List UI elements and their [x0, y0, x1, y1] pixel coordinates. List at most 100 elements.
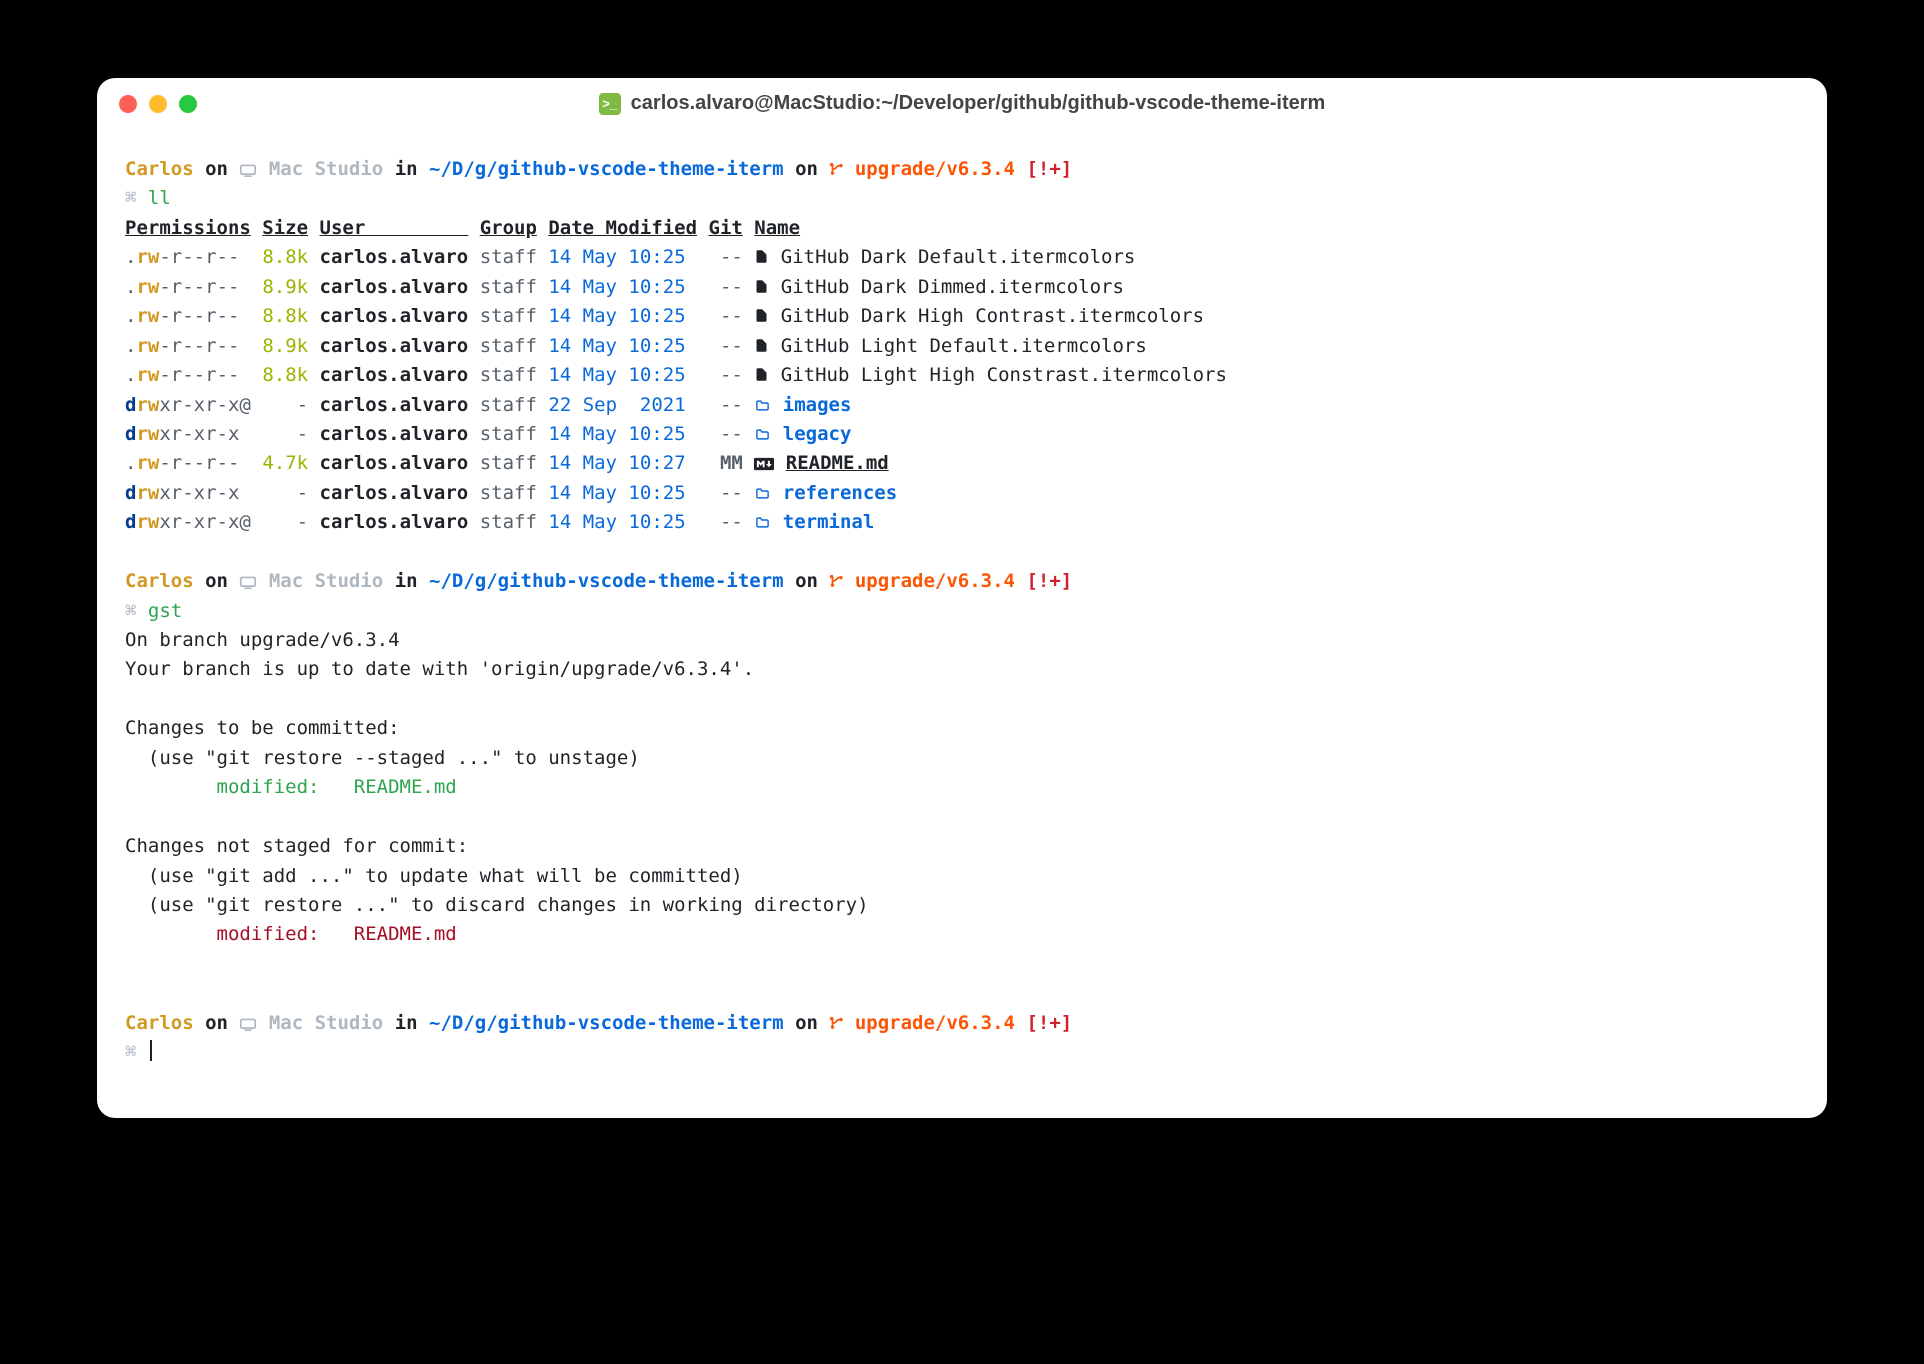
git-hint: (use "git restore --staged ..." to unsta… [125, 744, 1799, 773]
perm-owner-rw: rw [136, 276, 159, 298]
prompt-branch: upgrade/v6.3.4 [855, 570, 1015, 592]
command-line[interactable]: ⌘ [125, 1038, 1799, 1067]
file-date: 14 May 10:25 [548, 305, 697, 327]
command-text: gst [148, 600, 182, 622]
host-icon [239, 1009, 257, 1038]
file-group: staff [480, 423, 537, 445]
file-date: 22 Sep 2021 [548, 394, 697, 416]
perm-owner-rw: rw [136, 305, 159, 327]
host-icon [239, 567, 257, 596]
file-name[interactable]: README.md [786, 452, 889, 474]
perm-rest: -r--r-- [159, 276, 239, 298]
perm-owner-rw: rw [136, 511, 159, 533]
file-date: 14 May 10:25 [548, 364, 697, 386]
git-hint: (use "git restore ..." to discard change… [125, 891, 1799, 920]
git-branch-icon [829, 1009, 843, 1038]
git-hint: (use "git add ..." to update what will b… [125, 862, 1799, 891]
git-status-col: -- [720, 482, 743, 504]
file-icon [754, 273, 769, 302]
file-name[interactable]: GitHub Dark Dimmed.itermcolors [781, 276, 1124, 298]
window-title-text: carlos.alvaro@MacStudio:~/Developer/gith… [631, 92, 1326, 115]
ls-header-user: User [320, 217, 469, 239]
git-to-commit-header: Changes to be committed: [125, 714, 1799, 743]
perm-owner-rw: rw [136, 452, 159, 474]
command-symbol-icon: ⌘ [125, 1041, 136, 1063]
terminal-window: >_ carlos.alvaro@MacStudio:~/Developer/g… [97, 78, 1827, 1118]
file-user: carlos.alvaro [320, 246, 469, 268]
file-size: 8.9k [262, 335, 308, 357]
prompt-branch: upgrade/v6.3.4 [855, 158, 1015, 180]
command-symbol-icon: ⌘ [125, 187, 136, 209]
perm-type: . [125, 452, 136, 474]
perm-type: d [125, 482, 136, 504]
file-date: 14 May 10:25 [548, 482, 697, 504]
file-size: 8.8k [262, 246, 308, 268]
file-group: staff [480, 482, 537, 504]
ls-row: .rw-r--r-- 8.9k carlos.alvaro staff 14 M… [125, 273, 1799, 302]
markdown-icon [754, 449, 774, 478]
file-date: 14 May 10:25 [548, 276, 697, 298]
file-name[interactable]: terminal [783, 511, 875, 533]
command-line[interactable]: ⌘ gst [125, 597, 1799, 626]
file-user: carlos.alvaro [320, 452, 469, 474]
prompt-line: Carlos on Mac Studio in ~/D/g/github-vsc… [125, 155, 1799, 184]
perm-rest: -r--r-- [159, 335, 239, 357]
file-name[interactable]: legacy [783, 423, 852, 445]
perm-type: . [125, 364, 136, 386]
command-line[interactable]: ⌘ ll [125, 184, 1799, 213]
terminal-content[interactable]: Carlos on Mac Studio in ~/D/g/github-vsc… [97, 125, 1827, 1118]
perm-rest: xr-xr-x [159, 482, 239, 504]
prompt-line: Carlos on Mac Studio in ~/D/g/github-vsc… [125, 1009, 1799, 1038]
file-group: staff [480, 452, 537, 474]
perm-type: d [125, 394, 136, 416]
ls-row: drwxr-xr-x@ - carlos.alvaro staff 22 Sep… [125, 391, 1799, 420]
ls-header-group: Group [480, 217, 537, 239]
perm-type: d [125, 511, 136, 533]
file-name[interactable]: images [783, 394, 852, 416]
file-name[interactable]: references [783, 482, 897, 504]
zoom-icon[interactable] [179, 95, 197, 113]
git-branch-icon [829, 155, 843, 184]
file-name[interactable]: GitHub Dark Default.itermcolors [781, 246, 1136, 268]
prompt-path: ~/D/g/github-vscode-theme-iterm [429, 158, 784, 180]
ls-row: .rw-r--r-- 8.8k carlos.alvaro staff 14 M… [125, 361, 1799, 390]
file-size: - [262, 482, 308, 504]
perm-rest: xr-xr-x [159, 394, 239, 416]
minimize-icon[interactable] [149, 95, 167, 113]
ls-row: .rw-r--r-- 8.8k carlos.alvaro staff 14 M… [125, 302, 1799, 331]
prompt-host: Mac Studio [269, 158, 383, 180]
perm-rest: xr-xr-x [159, 511, 239, 533]
prompt-flags: [!+] [1026, 570, 1072, 592]
file-date: 14 May 10:25 [548, 335, 697, 357]
ls-header-git: Git [709, 217, 743, 239]
file-name[interactable]: GitHub Dark High Contrast.itermcolors [781, 305, 1204, 327]
ls-row: drwxr-xr-x - carlos.alvaro staff 14 May … [125, 420, 1799, 449]
file-date: 14 May 10:25 [548, 246, 697, 268]
folder-icon [754, 391, 771, 420]
prompt-path: ~/D/g/github-vscode-theme-iterm [429, 570, 784, 592]
close-icon[interactable] [119, 95, 137, 113]
perm-rest: -r--r-- [159, 452, 239, 474]
perm-owner-rw: rw [136, 364, 159, 386]
prompt-branch: upgrade/v6.3.4 [855, 1012, 1015, 1034]
git-branch-icon [829, 567, 843, 596]
git-branch-line: On branch upgrade/v6.3.4 [125, 626, 1799, 655]
git-status-col: -- [720, 305, 743, 327]
folder-icon [754, 420, 771, 449]
file-user: carlos.alvaro [320, 305, 469, 327]
git-staged-file: modified: README.md [125, 773, 1799, 802]
file-icon [754, 302, 769, 331]
file-name[interactable]: GitHub Light High Constrast.itermcolors [781, 364, 1227, 386]
prompt-line: Carlos on Mac Studio in ~/D/g/github-vsc… [125, 567, 1799, 596]
file-date: 14 May 10:27 [548, 452, 697, 474]
file-group: staff [480, 511, 537, 533]
titlebar: >_ carlos.alvaro@MacStudio:~/Developer/g… [97, 78, 1827, 125]
file-date: 14 May 10:25 [548, 511, 697, 533]
file-size: - [262, 511, 308, 533]
prompt-host: Mac Studio [269, 570, 383, 592]
command-text: ll [148, 187, 171, 209]
file-name[interactable]: GitHub Light Default.itermcolors [781, 335, 1147, 357]
perm-type: d [125, 423, 136, 445]
host-icon [239, 155, 257, 184]
prompt-user: Carlos [125, 158, 194, 180]
